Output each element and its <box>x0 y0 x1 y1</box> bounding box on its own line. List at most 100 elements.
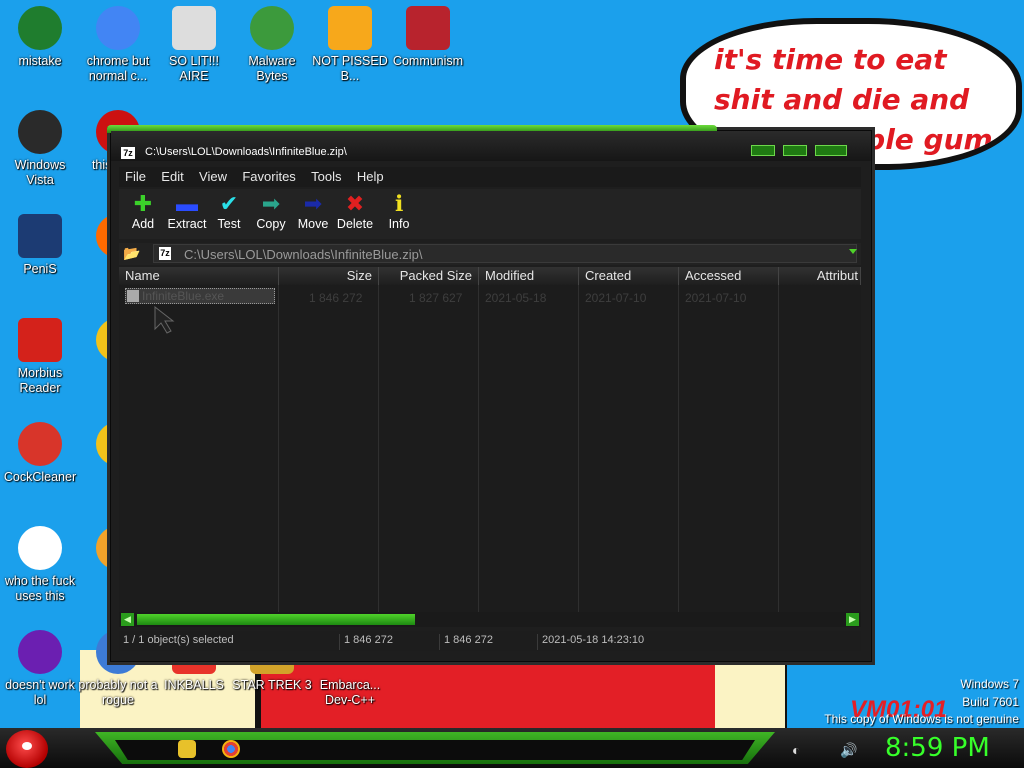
copy-button[interactable]: ➡ Copy <box>249 191 293 231</box>
7zip-window[interactable]: 7z C:\Users\LOL\Downloads\InfiniteBlue.z… <box>107 125 872 662</box>
emblem-icon <box>406 6 450 50</box>
status-selected: 1 / 1 object(s) selected <box>123 634 234 646</box>
desktop-icon-label: Windows Vista <box>14 158 66 187</box>
status-size: 1 846 272 <box>339 634 393 650</box>
toolbar-button-label: Copy <box>256 217 286 231</box>
address-field[interactable]: C:\Users\LOL\Downloads\InfiniteBlue.zip\ <box>153 244 857 263</box>
desktop-icon[interactable]: SO LIT!!! AIRE <box>154 0 234 84</box>
delete-button[interactable]: ✖ Delete <box>333 191 377 231</box>
mouse-cursor-icon <box>154 305 175 334</box>
desktop-icon[interactable]: NOT PISSED B... <box>310 0 390 84</box>
taskbar-band <box>115 740 755 760</box>
toolbar-button-label: Extract <box>167 217 207 231</box>
status-packed: 1 846 272 <box>439 634 493 650</box>
toolbar: ✚ Add ▬ Extract ✔ Test ➡ Copy ➡ Move ✖ Delete ℹ Info <box>119 189 861 239</box>
winamp-icon <box>18 526 62 570</box>
archive-icon: 7z <box>159 247 171 260</box>
menu-view[interactable]: View <box>193 167 233 184</box>
menu-tools[interactable]: Tools <box>305 167 347 184</box>
status-modified: 2021-05-18 14:23:10 <box>537 634 644 650</box>
window-titlebar[interactable]: 7z C:\Users\LOL\Downloads\InfiniteBlue.z… <box>111 131 871 161</box>
file-name: InfiniteBlue.exe <box>142 289 225 303</box>
desktop-icon-label: Morbius Reader <box>17 366 63 395</box>
menu-favorites[interactable]: Favorites <box>236 167 301 184</box>
column-divider <box>778 285 779 612</box>
toolbar-button-label: Delete <box>336 217 374 231</box>
watermark-line-1: Windows 7 <box>960 677 1019 691</box>
test-icon: ✔ <box>219 191 239 216</box>
desktop-icon[interactable]: Malware Bytes <box>232 0 312 84</box>
desktop-icon[interactable]: CockCleaner <box>0 416 80 485</box>
desktop-icon[interactable]: chrome but normal c... <box>78 0 158 84</box>
photoshop-icon <box>18 214 62 258</box>
file-modified: 2021-05-18 <box>485 291 547 305</box>
chrome-icon <box>96 6 140 50</box>
scroll-left-icon[interactable]: ◀ <box>121 613 134 626</box>
desktop-icon-label: probably not a rogue <box>78 678 158 707</box>
menu-help[interactable]: Help <box>351 167 390 184</box>
angry-birds-icon <box>328 6 372 50</box>
move-button[interactable]: ➡ Move <box>291 191 335 231</box>
recycle-icon <box>18 110 62 154</box>
desktop-icon-label: SO LIT!!! AIRE <box>168 54 219 83</box>
taskbar-clock[interactable]: 8:59 PM <box>885 733 990 763</box>
close-button[interactable] <box>815 145 847 156</box>
scrollbar-thumb[interactable] <box>137 614 415 625</box>
solitaire-icon <box>172 6 216 50</box>
column-divider <box>378 285 379 612</box>
column-divider <box>678 285 679 612</box>
desktop-icon-label: NOT PISSED B... <box>312 54 388 83</box>
file-list[interactable]: Name Size Packed Size Modified Created A… <box>119 267 861 612</box>
add-button[interactable]: ✚ Add <box>121 191 165 231</box>
desktop-icon[interactable]: Windows Vista <box>0 104 80 188</box>
column-size[interactable]: Size <box>279 267 379 285</box>
extract-button[interactable]: ▬ Extract <box>165 191 209 231</box>
desktop-icon-label: PeniS <box>23 262 57 276</box>
column-accessed[interactable]: Accessed <box>679 267 779 285</box>
test-button[interactable]: ✔ Test <box>207 191 251 231</box>
column-created[interactable]: Created <box>579 267 679 285</box>
yahoo-messenger-icon <box>18 630 62 674</box>
column-packed-size[interactable]: Packed Size <box>379 267 479 285</box>
column-modified[interactable]: Modified <box>479 267 579 285</box>
desktop-icon-label: CockCleaner <box>3 470 77 484</box>
toolbar-button-label: Add <box>131 217 155 231</box>
folder-up-icon[interactable]: 📂 <box>123 245 141 263</box>
maximize-button[interactable] <box>783 145 807 156</box>
desktop-icon-label: STAR TREK 3 <box>232 678 312 692</box>
window-title: C:\Users\LOL\Downloads\InfiniteBlue.zip\ <box>145 146 347 158</box>
toolbar-button-label: Move <box>297 217 329 231</box>
column-divider <box>278 285 279 612</box>
horizontal-scrollbar[interactable]: ◀ ▶ <box>119 612 861 627</box>
menu-file[interactable]: File <box>119 167 152 184</box>
info-button[interactable]: ℹ Info <box>377 191 421 231</box>
column-attributes[interactable]: Attribut <box>779 267 861 285</box>
menu-bar: File Edit View Favorites Tools Help <box>119 167 861 187</box>
ccleaner-icon <box>18 422 62 466</box>
address-dropdown-icon[interactable] <box>849 249 857 254</box>
desktop-icon[interactable]: doesn't work lol <box>0 624 80 708</box>
menu-edit[interactable]: Edit <box>155 167 189 184</box>
file-size: 1 846 272 <box>309 291 363 305</box>
desktop-icon-label: chrome but normal c... <box>86 54 150 83</box>
explorer-taskbar-icon[interactable] <box>178 740 196 758</box>
desktop-icon[interactable]: who the fuck uses this <box>0 520 80 604</box>
desktop-icon[interactable]: mistake <box>0 0 80 69</box>
column-name[interactable]: Name <box>119 267 279 285</box>
network-icon[interactable]: ◐ <box>792 742 800 758</box>
add-icon: ✚ <box>133 191 153 216</box>
desktop-icon[interactable]: Morbius Reader <box>0 312 80 396</box>
desktop-icon[interactable]: Communism <box>388 0 468 69</box>
move-icon: ➡ <box>303 191 323 216</box>
column-divider <box>578 285 579 612</box>
acrobat-icon <box>18 318 62 362</box>
volume-icon[interactable]: 🔊 <box>840 742 857 759</box>
desktop-icon[interactable]: PeniS <box>0 208 80 277</box>
table-row[interactable]: InfiniteBlue.exe <box>125 288 275 304</box>
minimize-button[interactable] <box>751 145 775 156</box>
address-bar: 📂 C:\Users\LOL\Downloads\InfiniteBlue.zi… <box>119 243 861 265</box>
chrome-taskbar-icon[interactable] <box>222 740 240 758</box>
scroll-right-icon[interactable]: ▶ <box>846 613 859 626</box>
delete-icon: ✖ <box>345 191 365 216</box>
watermark-line-3: This copy of Windows is not genuine <box>824 712 1019 726</box>
